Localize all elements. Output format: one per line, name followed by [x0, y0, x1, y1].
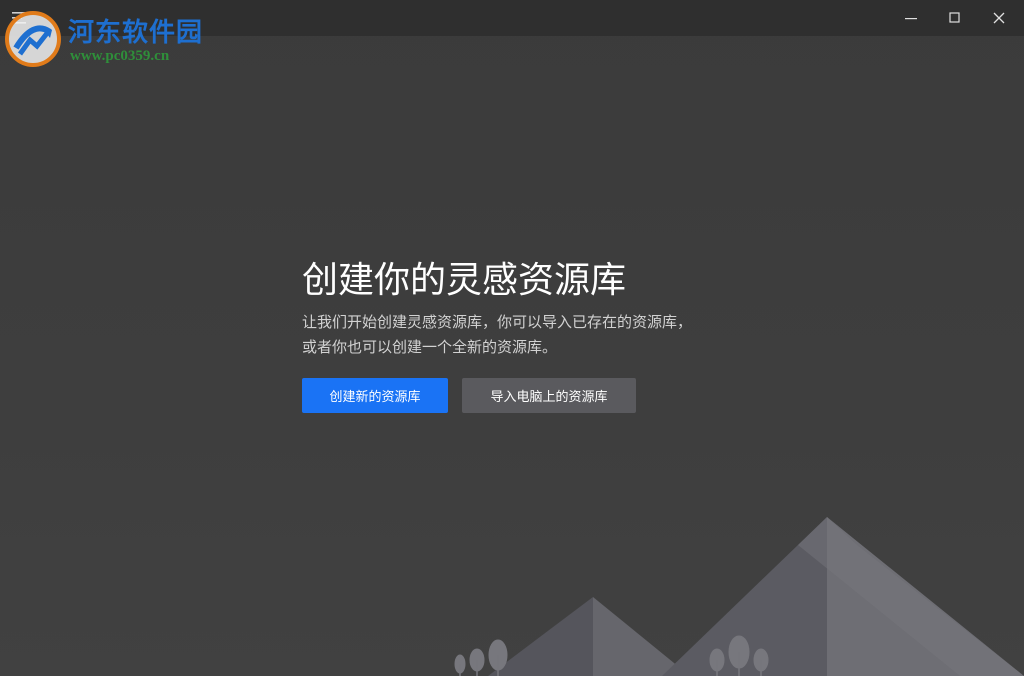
close-button[interactable] — [977, 0, 1021, 36]
site-watermark: 河东软件园 www.pc0359.cn — [4, 8, 214, 68]
maximize-icon — [949, 12, 960, 23]
large-mountain-left-face — [662, 517, 827, 676]
welcome-panel: 创建你的灵感资源库 让我们开始创建灵感资源库，你可以导入已存在的资源库， 或者你… — [302, 254, 762, 413]
small-mountain-left-face — [488, 597, 593, 676]
welcome-description: 让我们开始创建灵感资源库，你可以导入已存在的资源库， 或者你也可以创建一个全新的… — [302, 310, 762, 360]
watermark-logo-icon — [5, 11, 61, 67]
close-icon — [993, 12, 1005, 24]
action-buttons: 创建新的资源库 导入电脑上的资源库 — [302, 378, 636, 413]
large-mountain-right-face — [827, 517, 1024, 676]
description-line-1: 让我们开始创建灵感资源库，你可以导入已存在的资源库， — [302, 314, 693, 331]
minimize-icon — [905, 18, 917, 20]
minimize-button[interactable] — [889, 0, 933, 36]
create-library-button[interactable]: 创建新的资源库 — [302, 378, 448, 413]
maximize-button[interactable] — [933, 0, 977, 36]
tree-group-left — [454, 639, 508, 676]
small-mountain-right-face — [593, 597, 690, 676]
large-mountain-shade-band — [798, 517, 1024, 676]
watermark-title: 河东软件园 — [68, 18, 204, 48]
tree-group-right — [709, 635, 769, 676]
page-title: 创建你的灵感资源库 — [302, 259, 627, 300]
description-line-2: 或者你也可以创建一个全新的资源库。 — [302, 339, 558, 356]
watermark-url: www.pc0359.cn — [70, 48, 170, 64]
import-library-button[interactable]: 导入电脑上的资源库 — [462, 378, 636, 413]
